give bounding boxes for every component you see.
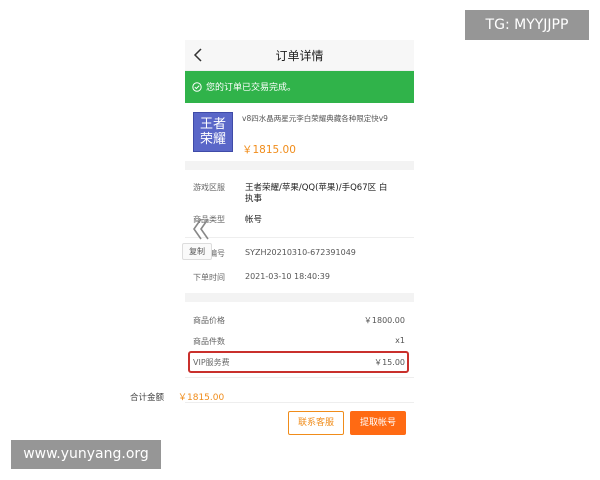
site-watermark: www.yunyang.org: [11, 440, 161, 469]
product-name: v8四水晶两星元李白荣耀典藏各种限定快v9: [242, 114, 388, 123]
product-card[interactable]: 王者 荣耀 v8四水晶两星元李白荣耀典藏各种限定快v9 ￥1815.00: [185, 103, 414, 159]
copy-button[interactable]: 复制: [182, 243, 212, 260]
region-label: 游戏区服: [193, 183, 225, 192]
vip-fee-highlight: [188, 351, 409, 373]
game-logo: 王者 荣耀: [193, 112, 233, 152]
page-title: 订单详情: [275, 49, 324, 63]
row-divider: [185, 377, 414, 378]
status-banner: 您的订单已交易完成。: [185, 71, 414, 103]
fee-value: ￥1800.00: [363, 316, 405, 325]
fee-label: 商品件数: [193, 337, 225, 346]
section-divider: [185, 293, 414, 302]
fee-value: x1: [395, 336, 405, 345]
game-logo-line2: 荣耀: [199, 132, 226, 147]
status-text: 您的订单已交易完成。: [206, 83, 297, 93]
game-logo-line1: 王者: [199, 117, 226, 132]
tg-watermark: TG: MYYJJPP: [465, 10, 589, 40]
region-value-line1: 王者荣耀/苹果/QQ(苹果)/手Q67区 白: [245, 183, 388, 193]
section-divider: [185, 161, 414, 170]
double-chevron-left-icon[interactable]: [191, 216, 211, 242]
nav-bar: 订单详情: [185, 40, 414, 71]
type-value: 帐号: [245, 215, 263, 225]
order-time-label: 下单时间: [193, 273, 225, 282]
order-no-value: SYZH20210310-672391049: [245, 248, 356, 257]
check-circle-icon: [192, 82, 202, 92]
contact-service-button[interactable]: 联系客服: [288, 411, 344, 435]
region-value-line2: 执事: [245, 194, 263, 204]
fetch-account-button[interactable]: 提取帐号: [350, 411, 406, 435]
order-time-value: 2021-03-10 18:40:39: [245, 272, 330, 281]
total-label: 合计金额: [130, 393, 165, 403]
row-divider: [185, 237, 414, 238]
product-price: ￥1815.00: [242, 144, 296, 156]
fee-label: 商品价格: [193, 316, 225, 325]
total-value: ￥1815.00: [178, 393, 225, 403]
